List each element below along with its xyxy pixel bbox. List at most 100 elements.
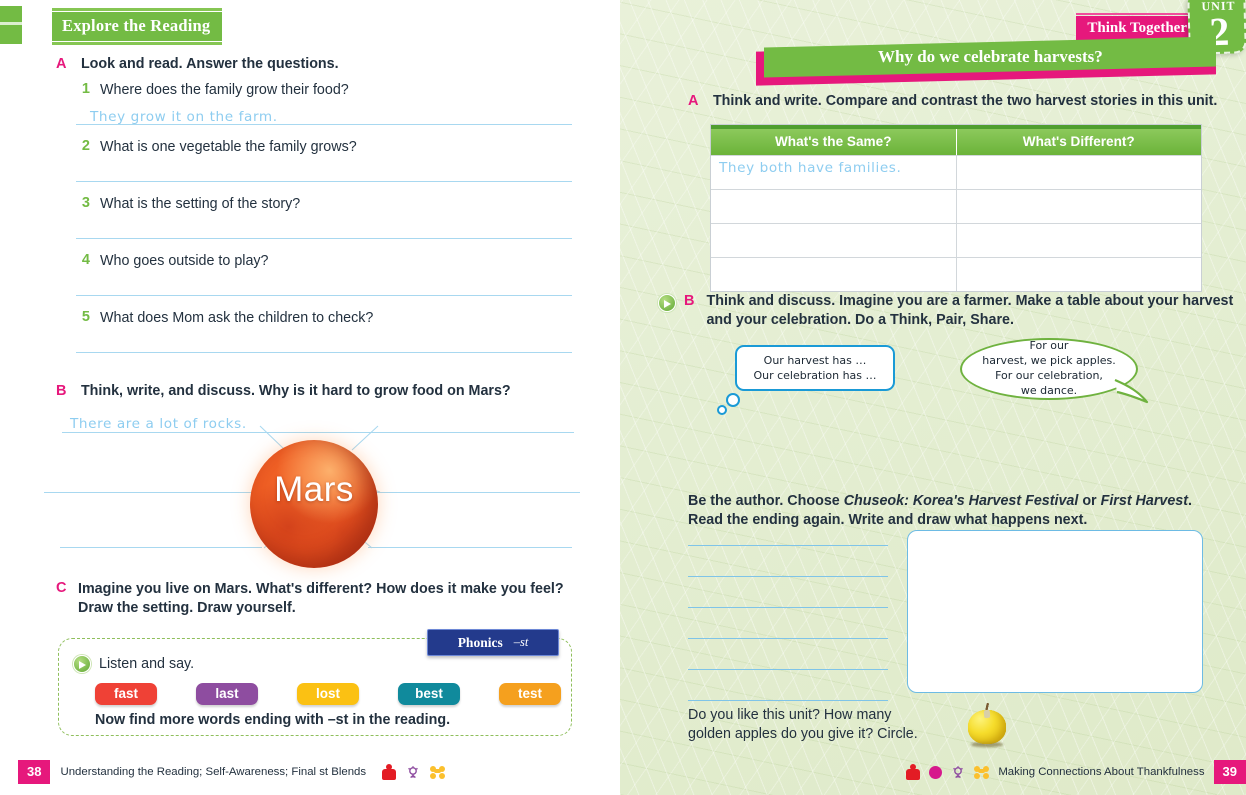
answer-line[interactable] (76, 181, 572, 182)
journal-prompt-a: Be the author. Choose (688, 493, 844, 509)
answer-rule (76, 352, 572, 353)
apple-rating-prompt: Do you like this unit? How many golden a… (688, 706, 918, 744)
answer-rule (76, 295, 572, 296)
question-number: 1 (81, 81, 90, 97)
question-text: What does Mom ask the children to check? (100, 310, 374, 326)
speech-bubble-green: For our harvest, we pick apples. For our… (960, 338, 1138, 400)
exercise-c-line1: Imagine you live on Mars. What's differe… (78, 581, 564, 597)
question-number: 4 (81, 252, 90, 268)
page-number-right: 39 (1213, 760, 1246, 784)
bubble-green-line2: harvest, we pick apples. (982, 354, 1116, 368)
lightbulb-person-icon (406, 765, 420, 779)
phonics-practice-box: Phonics –st Listen and say. fast last lo… (58, 629, 572, 736)
answer-rule (76, 181, 572, 182)
answer-line[interactable] (76, 295, 572, 296)
journal-write-line[interactable] (688, 638, 888, 639)
journal-write-line[interactable] (688, 669, 888, 670)
lightbulb-person-icon (951, 765, 965, 779)
table-cell[interactable] (957, 190, 1202, 223)
handwritten-answer: They grow it on the farm. (90, 109, 278, 125)
question-text: Who goes outside to play? (100, 253, 269, 269)
journal-write-line[interactable] (688, 700, 888, 701)
table-header-cell: What's the Same? (711, 129, 957, 155)
left-workbook-page: Explore the Reading A Look and read. Ans… (0, 0, 620, 795)
bubble-green-line1: For our (1029, 339, 1069, 353)
phonics-word-chip[interactable]: lost (297, 683, 359, 705)
journal-prompt-c: . (1188, 493, 1192, 509)
right-exercise-b-line2: and your celebration. Do a Think, Pair, … (706, 311, 1014, 328)
exercise-c-letter: C (56, 580, 67, 596)
phonics-badge-sound: –st (513, 635, 529, 649)
handwritten-answer: There are a lot of rocks. (70, 416, 247, 432)
table-cell[interactable] (957, 258, 1202, 291)
right-exercise-a-letter: A (688, 93, 699, 109)
bubble-green-tail (1114, 378, 1149, 404)
table-row[interactable] (711, 189, 1201, 223)
page-edge-tab (0, 6, 22, 44)
mars-label: Mars (274, 470, 354, 509)
table-cell[interactable] (957, 224, 1202, 257)
mars-answer-line-2b[interactable] (376, 492, 580, 493)
listen-and-say-row[interactable]: Listen and say. (73, 655, 194, 674)
connected-dots-icon (430, 765, 446, 779)
page-edge-tab-stripe (0, 22, 22, 25)
journal-write-line[interactable] (688, 607, 888, 608)
connected-dots-icon (974, 765, 990, 779)
table-cell[interactable] (711, 258, 957, 291)
phonics-word-chip[interactable]: test (499, 683, 561, 705)
bubble-green-line3: For our celebration, (995, 369, 1103, 382)
table-row[interactable] (711, 257, 1201, 291)
table-cell[interactable] (711, 224, 957, 257)
table-cell[interactable] (711, 190, 957, 223)
mars-answer-line-2a[interactable] (44, 492, 254, 493)
journal-drawing-box[interactable] (907, 530, 1203, 693)
right-footer-text: Making Connections About Thankfulness (998, 766, 1205, 778)
mars-illustration: Mars (250, 440, 380, 570)
phonics-word-chip[interactable]: last (196, 683, 258, 705)
question-number: 5 (81, 309, 90, 325)
page-title-banner: Why do we celebrate harvests? (756, 36, 1216, 86)
journal-book-title-2: First Harvest (1100, 493, 1189, 509)
question-number: 2 (81, 138, 90, 154)
right-exercise-a-instruction: Think and write. Compare and contrast th… (712, 93, 1218, 109)
answer-line[interactable] (76, 352, 572, 353)
mars-planet-icon: Mars (250, 440, 378, 568)
phonics-word-chip[interactable]: fast (95, 683, 157, 705)
answer-line[interactable] (76, 238, 572, 239)
table-row[interactable]: They both have families. (711, 155, 1201, 189)
exercise-b-instruction: Think, write, and discuss. Why is it har… (80, 383, 511, 399)
journal-write-line[interactable] (688, 545, 888, 546)
left-footer-text: Understanding the Reading; Self-Awarenes… (60, 766, 367, 778)
journal-prompt-b: or (1078, 493, 1101, 509)
right-exercise-b-letter: B (684, 293, 695, 309)
journal-write-line[interactable] (688, 576, 888, 577)
audio-play-icon[interactable] (73, 655, 91, 674)
rating-line1: Do you like this unit? How many (688, 707, 892, 723)
journal-prompt: Be the author. Choose Chuseok: Korea's H… (688, 492, 1208, 530)
phonics-word-chips: fast last lost best test (95, 683, 561, 705)
compare-contrast-table: What's the Same? What's Different? They … (710, 124, 1202, 292)
person-icon (382, 764, 397, 780)
table-row[interactable] (711, 223, 1201, 257)
bubble-blue-tail-dot-large (726, 393, 740, 407)
bubble-blue-line1: Our harvest has … (763, 354, 867, 367)
audio-play-icon[interactable] (658, 294, 676, 312)
phonics-word-chip[interactable]: best (398, 683, 460, 705)
table-cell[interactable]: They both have families. (711, 156, 957, 189)
journal-book-title-1: Chuseok: Korea's Harvest Festival (843, 493, 1079, 509)
answer-line[interactable]: They grow it on the farm. (76, 109, 572, 125)
speech-bubble-blue: Our harvest has … Our celebration has … (735, 345, 895, 391)
left-page-footer: 38 Understanding the Reading; Self-Aware… (18, 760, 446, 784)
phonics-badge: Phonics –st (427, 629, 559, 656)
right-exercise-b-heading: B Think and discuss. Imagine you are a f… (658, 292, 1233, 330)
table-header-row: What's the Same? What's Different? (711, 129, 1201, 155)
answer-rule (76, 238, 572, 239)
right-exercise-b-line1: Think and discuss. Imagine you are a far… (706, 293, 1234, 309)
rating-line2: golden apples do you give it? Circle. (688, 725, 918, 742)
exercise-a-letter: A (56, 56, 67, 72)
table-cell[interactable] (957, 156, 1202, 189)
globe-icon (929, 765, 943, 779)
person-icon (906, 764, 921, 780)
journal-prompt-line2: Read the ending again. Write and draw wh… (688, 511, 1088, 528)
golden-apple-icon[interactable] (968, 702, 1006, 747)
